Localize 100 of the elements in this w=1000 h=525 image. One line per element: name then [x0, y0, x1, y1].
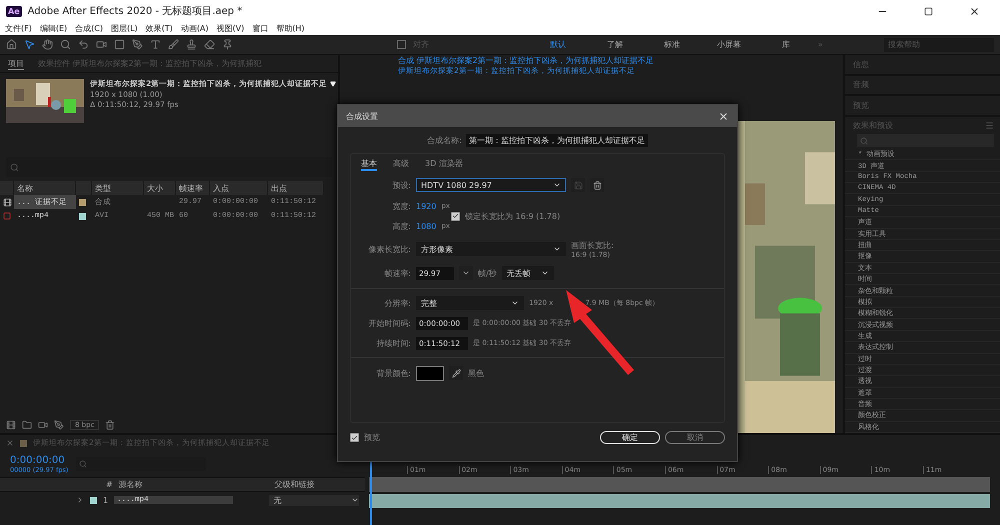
dialog-tab[interactable]: 基本 — [361, 158, 377, 171]
color-name: 黑色 — [468, 368, 484, 378]
preview-checkbox[interactable] — [350, 433, 359, 442]
close-icon[interactable] — [6, 439, 14, 447]
caret-icon[interactable] — [511, 299, 519, 307]
pen-icon[interactable] — [132, 39, 143, 50]
workspace-tab[interactable]: 默认 — [533, 39, 583, 50]
rotate-icon[interactable] — [78, 39, 89, 50]
workspace-tab[interactable]: 小屏幕 — [704, 39, 754, 50]
new-composition-icon[interactable] — [38, 420, 48, 430]
field-label: 分辨率: — [383, 298, 411, 308]
dialog-title: 合成设置 — [346, 110, 378, 122]
menu-item[interactable]: 帮助(H) — [276, 23, 305, 34]
timecode[interactable]: 0:00:00:00 — [10, 454, 68, 466]
parent-header: 父级和链接 — [274, 479, 315, 490]
stamp-icon[interactable] — [186, 39, 197, 50]
caret-icon[interactable] — [350, 496, 359, 504]
text-icon[interactable] — [150, 39, 161, 50]
column-header[interactable]: 类型 — [92, 181, 144, 195]
layer-number: 1 — [102, 496, 108, 504]
expand-icon[interactable] — [76, 496, 84, 504]
height-value[interactable]: 1080 — [416, 222, 436, 230]
caret-icon[interactable] — [553, 181, 561, 189]
menu-item[interactable]: 编辑(E) — [40, 23, 68, 34]
folder-icon[interactable] — [22, 420, 32, 430]
preview-label: 预览 — [364, 432, 380, 443]
dropdown-icon[interactable] — [330, 81, 336, 87]
field-label: 合成名称: — [427, 134, 462, 146]
search-icon[interactable] — [79, 460, 88, 468]
help-search-field[interactable]: 搜索帮助 — [884, 38, 994, 52]
workspace-tab[interactable]: 标准 — [647, 39, 697, 50]
ok-button[interactable]: 确定 — [600, 431, 660, 444]
menu-icon[interactable] — [985, 121, 994, 130]
window-title: Adobe After Effects 2020 - 无标题项目.aep * — [28, 4, 244, 18]
label-swatch — [20, 440, 27, 446]
interpret-icon[interactable] — [6, 420, 16, 430]
field-label: 预设: — [391, 180, 411, 190]
dialog-tab[interactable]: 高级 — [393, 158, 409, 171]
field-label: 开始时间码: — [367, 318, 411, 328]
close-icon[interactable] — [718, 110, 729, 122]
menu-item[interactable]: 视图(V) — [216, 23, 244, 34]
drop-frame-dropdown[interactable]: 无丢帧 — [502, 266, 554, 280]
menu-item[interactable]: 合成(C) — [75, 23, 103, 34]
workspace-tab[interactable]: 库 — [761, 39, 811, 50]
column-header[interactable]: 大小 — [144, 181, 176, 195]
composition-icon — [3, 198, 12, 206]
parent-dropdown[interactable]: 无 — [269, 494, 359, 506]
lock-aspect-checkbox[interactable] — [451, 212, 460, 220]
pixel-aspect-dropdown[interactable]: 方形像素 — [416, 242, 566, 256]
effects-search-field[interactable] — [857, 134, 994, 148]
trash-icon[interactable] — [105, 420, 116, 430]
composition-tab[interactable]: 合成 伊斯坦布尔探案2第一期：监控拍下凶杀，为何抓捕犯人却证据不足 — [398, 55, 654, 66]
menu-item[interactable]: 图层(L) — [110, 23, 138, 34]
column-header[interactable]: 入点 — [210, 181, 268, 195]
column-header[interactable]: 出点 — [268, 181, 324, 195]
align-checkbox[interactable] — [397, 40, 406, 49]
trash-icon[interactable] — [590, 178, 604, 192]
field-label: 像素长宽比: — [367, 244, 411, 254]
field-label: 背景颜色: — [375, 368, 411, 378]
label-swatch[interactable] — [79, 212, 86, 220]
frame-aspect-label: 画面长宽比: — [571, 240, 614, 250]
pointer-icon[interactable] — [24, 39, 35, 50]
brush-icon[interactable] — [168, 39, 179, 50]
column-header[interactable]: 帧速率 — [176, 181, 210, 195]
pin-icon[interactable] — [222, 39, 233, 50]
menu-item[interactable]: 窗口 — [252, 23, 268, 34]
caret-icon[interactable] — [540, 269, 549, 277]
camera-icon[interactable] — [96, 39, 107, 50]
app-logo: Ae — [6, 6, 22, 16]
cancel-button[interactable]: 取消 — [665, 431, 725, 444]
number-header: # — [106, 480, 113, 489]
pen-icon[interactable] — [54, 420, 64, 430]
eraser-icon[interactable] — [204, 39, 215, 50]
width-value[interactable]: 1920 — [416, 202, 436, 210]
label-swatch[interactable] — [90, 496, 97, 504]
home-icon[interactable] — [6, 39, 17, 50]
rectangle-icon[interactable] — [114, 39, 125, 50]
field-label: 帧速率: — [383, 268, 411, 278]
footage-icon — [3, 212, 11, 220]
composition-name-field[interactable]: 第一期：监控拍下凶杀，为何抓捕犯人却证据不足 — [466, 134, 648, 146]
panel-tab[interactable]: 项目 — [8, 58, 24, 70]
eyedropper-icon[interactable] — [449, 366, 463, 380]
unit-label: 帧/秒 — [478, 268, 497, 278]
dialog-tab[interactable]: 3D 渲染器 — [425, 158, 463, 171]
menu-item[interactable]: 效果(T) — [146, 23, 173, 34]
menu-item[interactable]: 动画(A) — [180, 23, 209, 34]
field-label: 高度: — [391, 220, 411, 232]
hand-icon[interactable] — [42, 39, 53, 50]
caret-icon[interactable] — [553, 245, 561, 253]
menu-item[interactable]: 文件(F) — [5, 23, 32, 34]
field-label: 宽度: — [391, 200, 411, 212]
column-header[interactable]: 名称 — [14, 181, 76, 195]
workspace-tab[interactable]: 了解 — [590, 39, 640, 50]
label-swatch[interactable] — [79, 198, 86, 206]
background-color-swatch[interactable] — [416, 366, 444, 380]
resolution-dropdown[interactable]: 完整 — [416, 296, 524, 310]
zoom-icon[interactable] — [60, 39, 71, 50]
field-label: 持续时间: — [375, 338, 411, 348]
search-icon[interactable] — [860, 136, 868, 145]
preset-dropdown[interactable]: HDTV 1080 29.97 — [416, 178, 566, 192]
